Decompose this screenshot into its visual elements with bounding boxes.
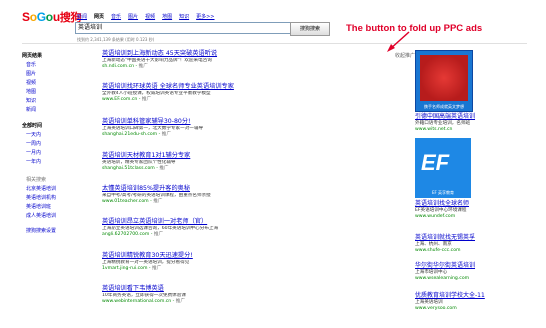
tab-news[interactable]: 新闻: [77, 13, 87, 20]
sidebar-item-images[interactable]: 图片: [26, 71, 67, 77]
result-title[interactable]: 太懂英语培训85%提升客的奥秘: [102, 185, 312, 193]
logo-letter: o: [29, 10, 37, 24]
sidebar-related-item[interactable]: 英语培训机构: [26, 195, 67, 201]
search-button[interactable]: 搜狗搜索: [290, 22, 330, 36]
search-tabs: 新闻 网页 音乐 图片 视频 地图 知识 更多>>: [77, 13, 215, 20]
sidebar-item-map[interactable]: 地图: [26, 89, 67, 95]
tab-web[interactable]: 网页: [94, 13, 104, 20]
sidebar-time-month[interactable]: 一月内: [26, 150, 67, 156]
ad-url[interactable]: www.wundef.com: [415, 214, 507, 220]
sidebar-related-heading: 相关搜索: [26, 177, 47, 183]
ad-title[interactable]: 英语培训就找无锡英孚: [415, 234, 507, 242]
sidebar-item-video[interactable]: 视频: [26, 80, 67, 86]
sidebar-related-item[interactable]: 成人英语培训: [26, 213, 67, 219]
result-url[interactable]: shanghai.21edu-sh.com: [102, 132, 157, 137]
logo-letter: o: [45, 10, 53, 24]
logo-letter: S: [22, 10, 30, 24]
ad-item: 英语培训就找无锡英孚 上海、杭州、南京 www.shufe-ccc.com: [415, 234, 507, 254]
ad-item: 华尔街华尔街英语培训 上海市培训中心 www.wsealearning.com: [415, 262, 507, 282]
result-tag: 推广: [161, 132, 171, 137]
ad-image[interactable]: 携手名师成就英文梦想: [415, 50, 473, 112]
result-title[interactable]: 英语培训看下韦博英语: [102, 285, 312, 293]
result-item: 英语培训天材教育1对1辅分专家 英语培训，精英专家团队个性化辅导 shangha…: [102, 152, 312, 172]
sidebar-time-year[interactable]: 一年内: [26, 159, 67, 165]
tab-images[interactable]: 图片: [128, 13, 138, 20]
tab-more[interactable]: 更多>>: [196, 13, 214, 20]
sidebar-time-day[interactable]: 一天内: [26, 132, 67, 138]
tab-video[interactable]: 视频: [145, 13, 155, 20]
result-url[interactable]: shanghai.51tclass.com: [102, 166, 155, 171]
annotation-arrow-icon: [387, 31, 410, 52]
header-divider: [22, 43, 527, 44]
fold-ads-button[interactable]: 收起推广: [395, 52, 415, 59]
ad-url[interactable]: www.wits.net.cn: [415, 127, 507, 133]
sidebar-time-week[interactable]: 一周内: [26, 141, 67, 147]
sogou-logo[interactable]: SoGou搜狗: [22, 9, 82, 25]
result-tag: 推广: [153, 199, 163, 204]
ad-title[interactable]: 优质教育培训学校大全-11: [415, 292, 507, 300]
sidebar-settings-link[interactable]: 搜狗搜索设置: [26, 228, 67, 234]
result-item: 太懂英语培训85%提升客的奥秘 来自中考/高考/考研的英语培训课程，由重点名师亲…: [102, 185, 312, 205]
ad-image-ef[interactable]: EF EF 英孚教育: [415, 138, 471, 198]
logo-letter: G: [36, 10, 46, 24]
result-url[interactable]: 1vmart.jing-rui.com: [102, 266, 147, 271]
sidebar-related-item[interactable]: 北京英语培训: [26, 186, 67, 192]
ad-title[interactable]: 华尔街华尔街英语培训: [415, 262, 507, 270]
result-url[interactable]: www.EF.com.cn: [102, 97, 137, 102]
result-url[interactable]: angli.62702700.com: [102, 232, 149, 237]
result-tag: 推广: [159, 166, 169, 171]
result-title[interactable]: 英语培训天材教育1对1辅分专家: [102, 152, 312, 160]
search-input[interactable]: 英语培训: [75, 22, 291, 34]
result-item: 英语培训精锐教育30天迅速提分! 上海精锐教育一对一英语培训，提分看得见 1vm…: [102, 252, 312, 272]
tab-map[interactable]: 地图: [162, 13, 172, 20]
result-tag: 推广: [152, 266, 162, 271]
ad-item: 优质教育培训学校大全-11 上海英语培训 www.verysoo.com: [415, 292, 507, 312]
logo-letter: u: [52, 10, 60, 24]
tab-music[interactable]: 音乐: [111, 13, 121, 20]
sidebar-item-knowledge[interactable]: 知识: [26, 98, 67, 104]
result-tag: 推广: [153, 232, 164, 237]
ad-title[interactable]: 引德中国高端英语培训: [415, 113, 507, 121]
result-title[interactable]: 英语培训精锐教育30天迅速提分!: [102, 252, 312, 260]
result-title[interactable]: 英语培训单科管家辅导30-80分!: [102, 118, 312, 126]
ad-image-caption: EF 英孚教育: [431, 190, 455, 195]
result-tag: 推广: [141, 97, 152, 102]
result-tag: 推广: [175, 299, 185, 304]
result-url[interactable]: www.webinternational.com.cn: [102, 299, 171, 304]
ad-image-caption: 携手名师成就英文梦想: [424, 104, 464, 109]
result-item: 英语培训昂立英语培训一对老师（官） 上海昂立英语培训选课咨询，60年英语培训中心…: [102, 218, 312, 238]
ad-item: 引德中国高端英语培训 外籍口语专业培训，名师班 www.wits.net.cn: [415, 113, 507, 133]
sidebar-item-music[interactable]: 音乐: [26, 62, 67, 68]
result-tag: 推广: [138, 64, 148, 69]
tab-knowledge[interactable]: 知识: [179, 13, 189, 20]
result-item: 英语培训到上海新动态 45天突破英语听说 上海新动态"中国英语十大影响力品牌"！…: [102, 50, 312, 70]
result-url[interactable]: www.01teacher.com: [102, 199, 149, 204]
sidebar-time-heading: 全部时间: [22, 123, 43, 129]
ad-url[interactable]: www.verysoo.com: [415, 306, 507, 312]
result-item: 英语培训单科管家辅导30-80分! 上海英语培训口碑第一，北大数学专家一对一辅导…: [102, 118, 312, 138]
sidebar-heading: 网页结果: [22, 53, 43, 59]
result-title[interactable]: 英语培训找环球英语 全球名师专业英语培训专家: [102, 83, 312, 91]
sidebar-item-news[interactable]: 新闻: [26, 107, 67, 113]
result-title[interactable]: 英语培训到上海新动态 45天突破英语听说: [102, 50, 312, 58]
ad-item: 英语培训找全球名师 EF英语培训中心环境课程 www.wundef.com: [415, 200, 507, 220]
result-title[interactable]: 英语培训昂立英语培训一对老师（官）: [102, 218, 312, 226]
ad-title[interactable]: 英语培训找全球名师: [415, 200, 507, 208]
result-item: 英语培训看下韦博英语 10年商务英语，立即获得一次免费体验课 www.webin…: [102, 285, 312, 305]
result-item: 英语培训找环球英语 全球名师专业英语培训专家 全外教4人小班授课，权威培训英语专…: [102, 83, 312, 103]
sidebar-related-item[interactable]: 英语培训班: [26, 204, 67, 210]
result-url[interactable]: sh.ndi.com.cn: [102, 64, 134, 69]
ad-url[interactable]: www.shufe-ccc.com: [415, 248, 507, 254]
ad-url[interactable]: www.wsealearning.com: [415, 276, 507, 282]
sidebar: 网页结果 音乐 图片 视频 地图 知识 新闻 全部时间 一天内 一周内 一月内 …: [22, 52, 67, 237]
